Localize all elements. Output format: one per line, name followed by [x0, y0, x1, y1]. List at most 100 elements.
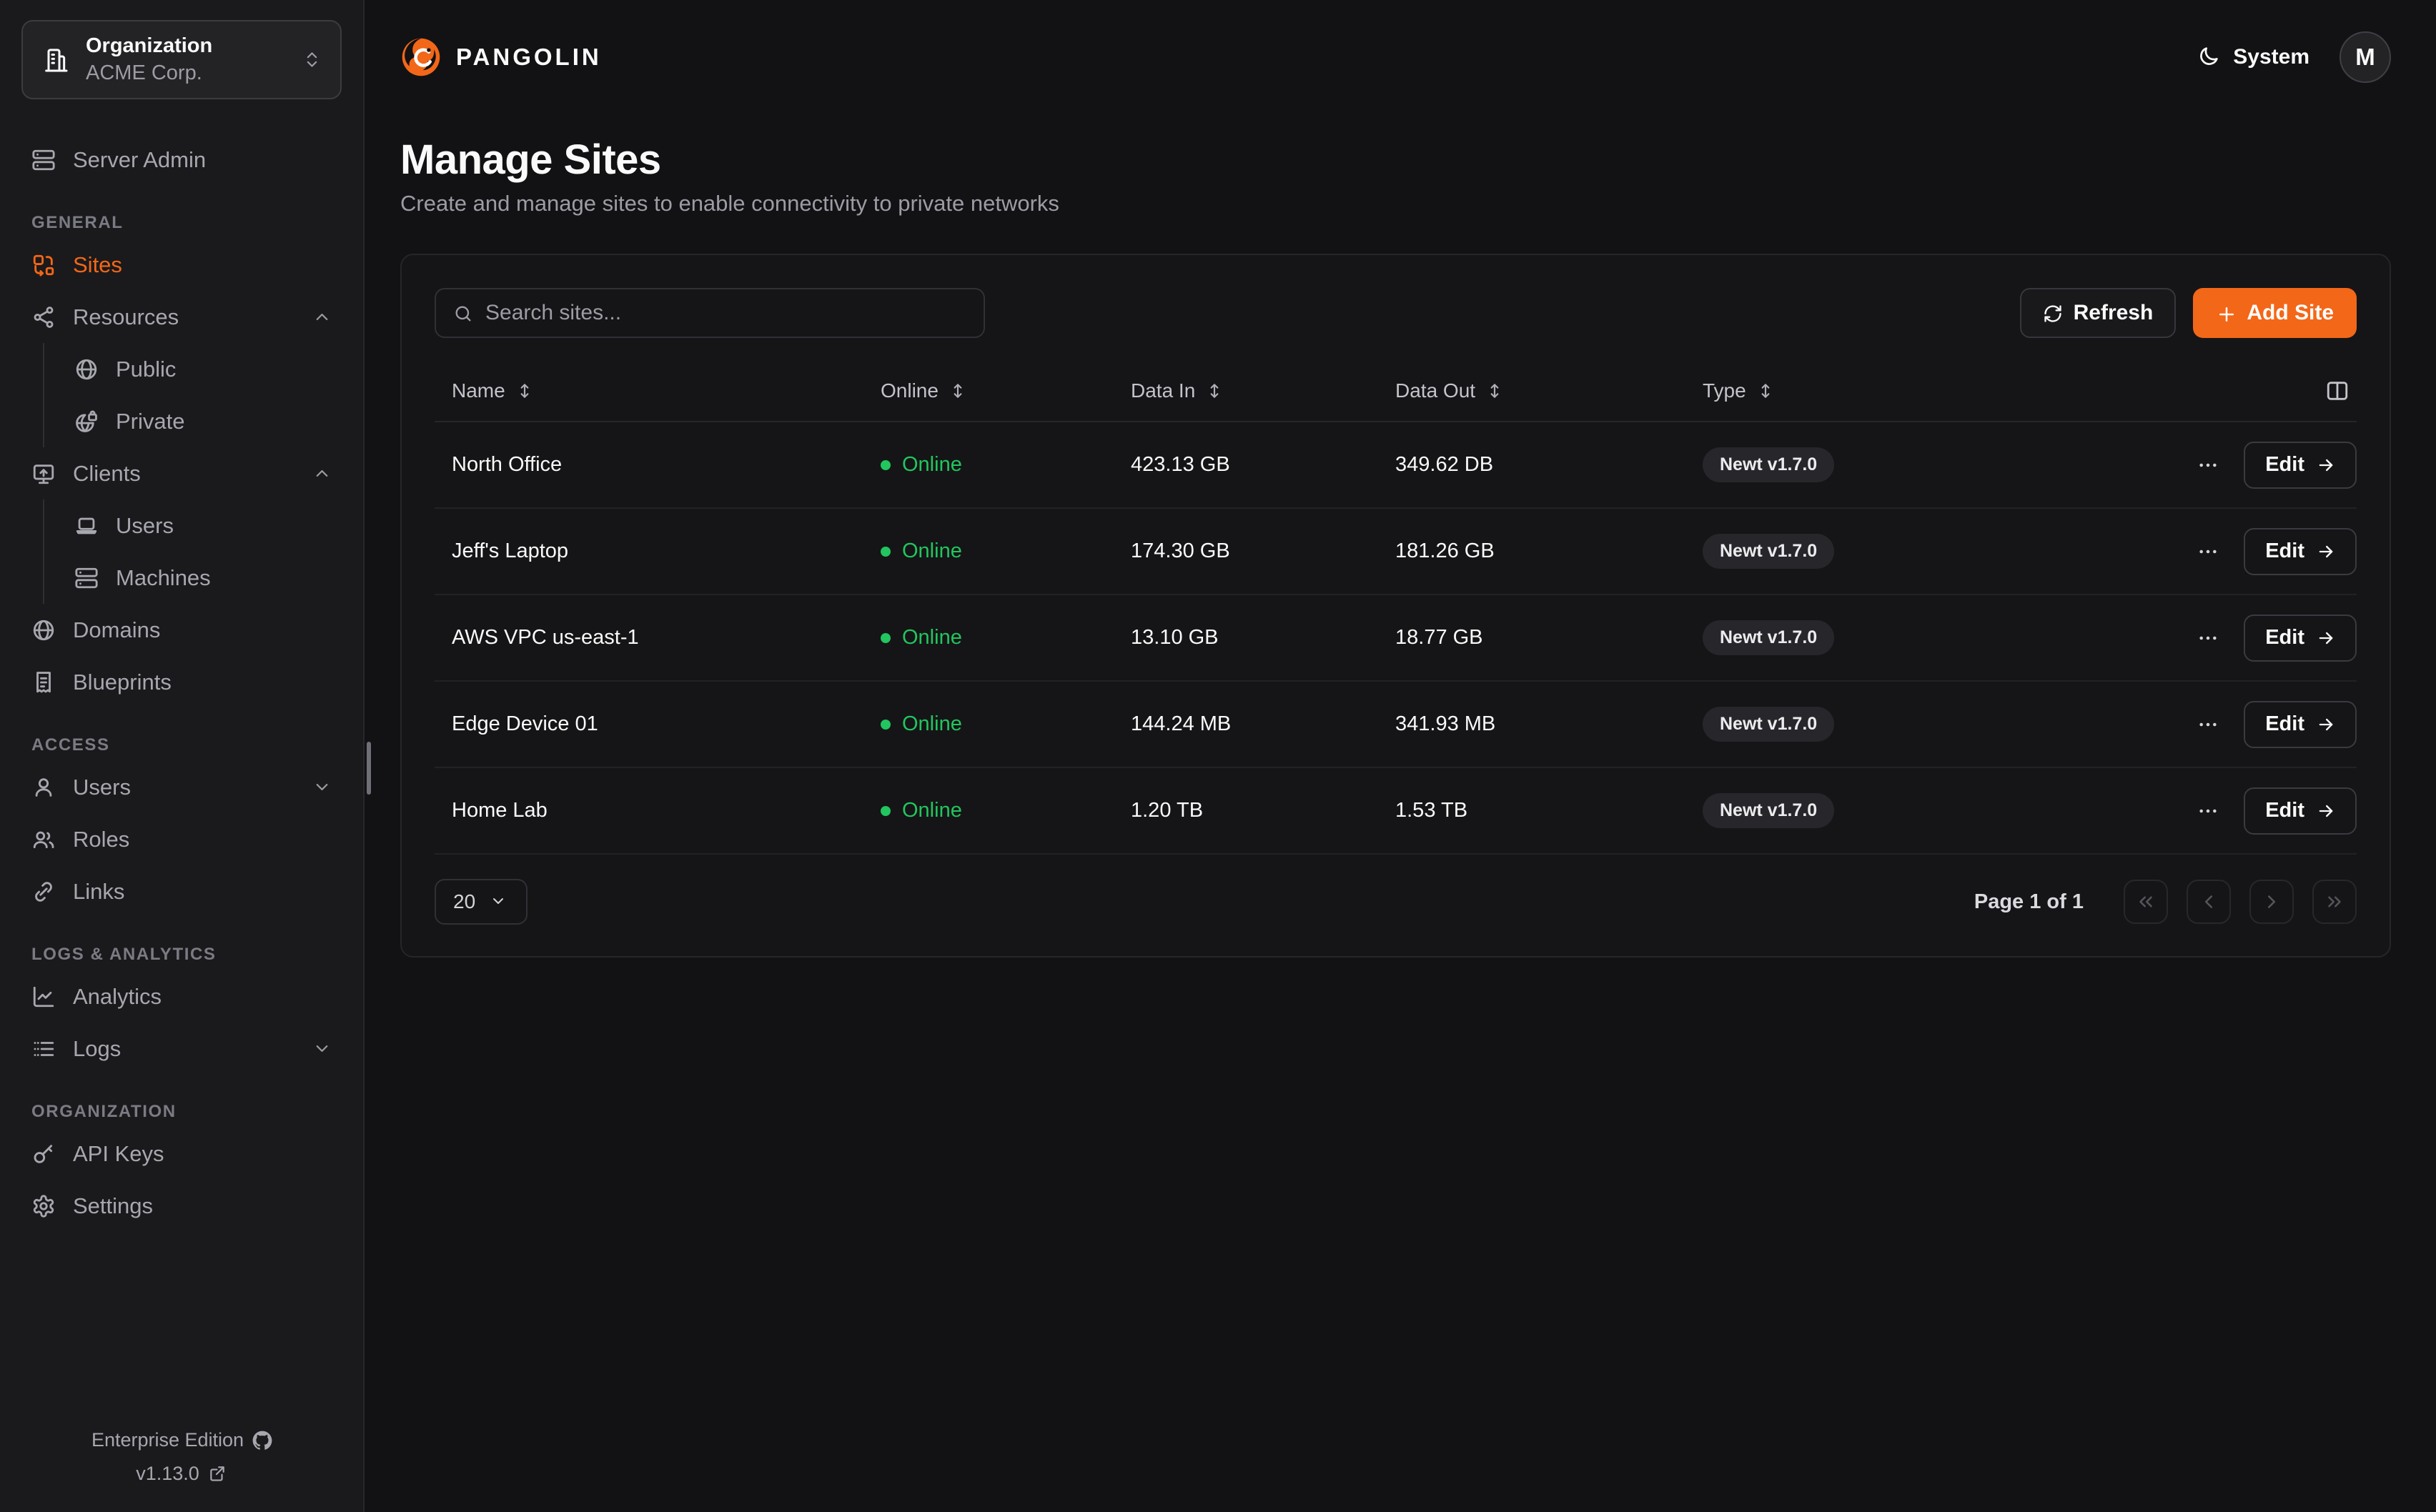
app-root: Organization ACME Corp. Server Admin: [0, 0, 2436, 1512]
column-label: Data In: [1131, 379, 1195, 402]
avatar-initial: M: [2355, 44, 2375, 71]
site-status: Online: [863, 799, 1114, 822]
sidebar-item-users[interactable]: Users: [21, 761, 342, 813]
column-label: Name: [452, 379, 505, 402]
receipt-icon: [31, 670, 56, 695]
row-menu-button[interactable]: [2191, 534, 2225, 569]
sidebar-item-roles[interactable]: Roles: [21, 813, 342, 865]
sidebar-item-server-admin[interactable]: Server Admin: [21, 134, 342, 186]
sidebar-item-logs[interactable]: Logs: [21, 1023, 342, 1075]
arrow-right-icon: [2316, 715, 2335, 734]
sidebar-item-machines[interactable]: Machines: [44, 552, 342, 604]
first-page-button[interactable]: [2124, 880, 2168, 924]
sidebar-item-domains[interactable]: Domains: [21, 604, 342, 656]
column-header-type[interactable]: Type: [1685, 379, 2049, 402]
arrow-right-icon: [2316, 801, 2335, 820]
column-header-online[interactable]: Online: [863, 379, 1114, 402]
org-selector-text: Organization ACME Corp.: [86, 33, 287, 86]
sidebar-item-label: API Keys: [73, 1141, 332, 1167]
site-type-cell: Newt v1.7.0: [1685, 447, 2049, 482]
last-page-button[interactable]: [2312, 880, 2357, 924]
section-label-logs-analytics: LOGS & ANALYTICS: [31, 945, 332, 965]
column-label: Data Out: [1395, 379, 1475, 402]
site-data-in: 144.24 MB: [1114, 712, 1378, 736]
columns-toggle-button[interactable]: [2321, 374, 2354, 407]
main-content: PANGOLIN System M Manage Sites Create an…: [365, 0, 2436, 1512]
refresh-button[interactable]: Refresh: [2020, 288, 2177, 338]
version-row[interactable]: v1.13.0: [136, 1463, 227, 1485]
version-label: v1.13.0: [136, 1463, 199, 1485]
row-menu-button[interactable]: [2191, 448, 2225, 482]
sidebar: Organization ACME Corp. Server Admin: [0, 0, 365, 1512]
sidebar-scrollbar-thumb[interactable]: [367, 742, 371, 795]
site-name: Jeff's Laptop: [435, 539, 863, 563]
edit-label: Edit: [2265, 626, 2304, 650]
pangolin-logo-icon: [400, 36, 442, 78]
theme-toggle[interactable]: System: [2197, 45, 2309, 69]
search-input[interactable]: [485, 301, 966, 325]
sidebar-item-analytics[interactable]: Analytics: [21, 970, 342, 1023]
sidebar-item-label: Logs: [73, 1036, 295, 1062]
chevron-up-icon: [312, 464, 332, 483]
edit-button[interactable]: Edit: [2244, 528, 2357, 575]
column-label: Type: [1703, 379, 1746, 402]
row-menu-button[interactable]: [2191, 794, 2225, 828]
site-data-out: 341.93 MB: [1378, 712, 1685, 736]
globe-icon: [74, 357, 99, 382]
page-indicator: Page 1 of 1: [1974, 890, 2084, 914]
refresh-icon: [2043, 304, 2062, 323]
laptop-icon: [74, 514, 99, 538]
status-text: Online: [902, 626, 962, 650]
online-dot-icon: [881, 720, 891, 730]
avatar[interactable]: M: [2340, 31, 2391, 83]
site-name: Edge Device 01: [435, 712, 863, 736]
sidebar-item-links[interactable]: Links: [21, 865, 342, 917]
github-icon: [252, 1431, 272, 1450]
row-actions: Edit: [2049, 787, 2357, 835]
column-header-data-out[interactable]: Data Out: [1378, 379, 1685, 402]
edit-button[interactable]: Edit: [2244, 442, 2357, 489]
site-name: North Office: [435, 453, 863, 477]
row-menu-button[interactable]: [2191, 707, 2225, 742]
sidebar-item-label: Users: [116, 513, 332, 539]
edition-row[interactable]: Enterprise Edition: [91, 1429, 272, 1451]
page-size-value: 20: [453, 890, 475, 913]
globe-icon: [31, 618, 56, 642]
sidebar-item-resources[interactable]: Resources: [21, 291, 342, 343]
sites-icon: [31, 253, 56, 277]
clients-subgroup: Users Machines: [43, 499, 342, 604]
brand-name: PANGOLIN: [456, 44, 602, 71]
online-dot-icon: [881, 460, 891, 470]
sort-icon: [1205, 382, 1224, 400]
next-page-button[interactable]: [2249, 880, 2294, 924]
type-badge: Newt v1.7.0: [1703, 707, 1834, 742]
site-data-out: 349.62 DB: [1378, 453, 1685, 477]
sidebar-item-settings[interactable]: Settings: [21, 1180, 342, 1232]
org-selector[interactable]: Organization ACME Corp.: [21, 20, 342, 99]
table-row: Edge Device 01 Online 144.24 MB 341.93 M…: [435, 682, 2357, 768]
edit-button[interactable]: Edit: [2244, 787, 2357, 835]
chevron-down-icon: [490, 892, 509, 912]
edition-label: Enterprise Edition: [91, 1429, 244, 1451]
org-selector-value: ACME Corp.: [86, 60, 287, 87]
sidebar-item-private[interactable]: Private: [44, 395, 342, 447]
column-header-name[interactable]: Name: [435, 379, 863, 402]
edit-label: Edit: [2265, 539, 2304, 563]
row-menu-button[interactable]: [2191, 621, 2225, 655]
sidebar-item-api-keys[interactable]: API Keys: [21, 1128, 342, 1180]
edit-button[interactable]: Edit: [2244, 615, 2357, 662]
column-header-data-in[interactable]: Data In: [1114, 379, 1378, 402]
sidebar-item-public[interactable]: Public: [44, 343, 342, 395]
page-size-select[interactable]: 20: [435, 879, 528, 925]
sidebar-item-clients[interactable]: Clients: [21, 447, 342, 499]
plus-icon: [2216, 304, 2235, 323]
sidebar-item-blueprints[interactable]: Blueprints: [21, 656, 342, 708]
sidebar-footer: Enterprise Edition v1.13.0: [21, 1429, 342, 1491]
sidebar-item-sites[interactable]: Sites: [21, 239, 342, 291]
edit-button[interactable]: Edit: [2244, 701, 2357, 748]
add-site-button[interactable]: Add Site: [2193, 288, 2357, 338]
previous-page-button[interactable]: [2187, 880, 2231, 924]
sort-icon: [1485, 382, 1504, 400]
edit-label: Edit: [2265, 799, 2304, 822]
sidebar-item-clients-users[interactable]: Users: [44, 499, 342, 552]
